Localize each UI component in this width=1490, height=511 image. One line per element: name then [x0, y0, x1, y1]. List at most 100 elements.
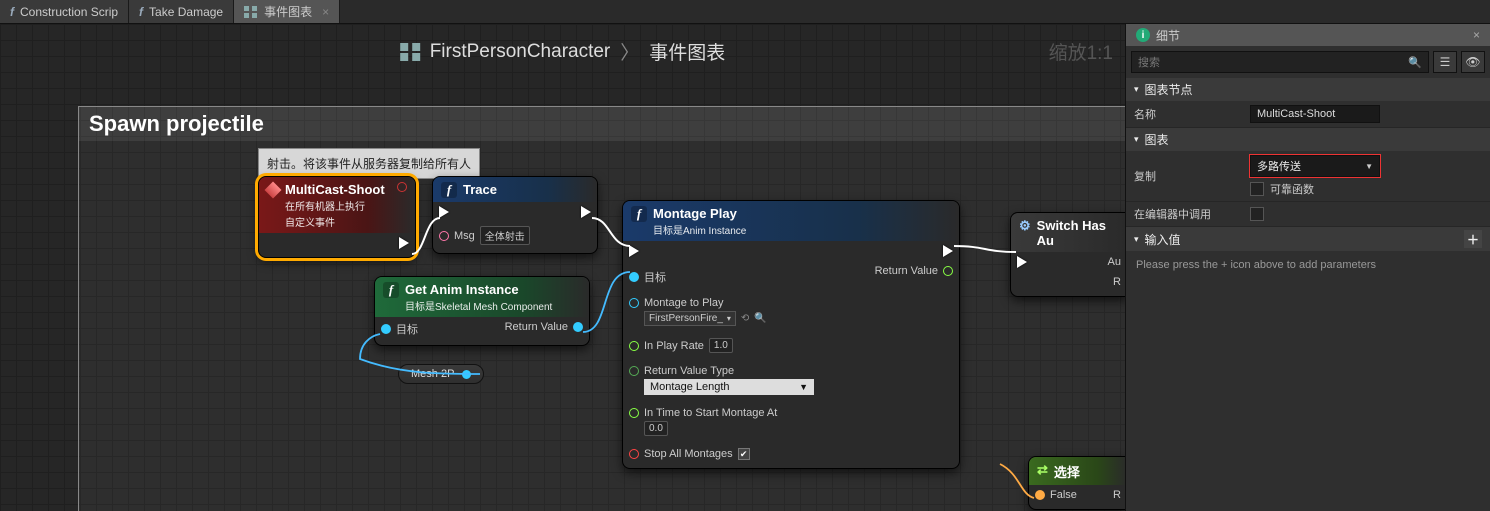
object-pin-icon [573, 322, 583, 332]
node-title: MultiCast-Shoot [285, 182, 385, 197]
string-pin-icon [439, 231, 449, 241]
pin-target[interactable]: 目标 [381, 321, 418, 337]
pin-label: Montage to Play [644, 297, 724, 309]
details-tab[interactable]: i 细节 × [1126, 24, 1490, 46]
browse-icon[interactable]: 🔍 [754, 313, 766, 324]
input-node-name[interactable] [1250, 105, 1380, 123]
function-icon: f [441, 182, 457, 198]
object-pin-icon[interactable] [462, 370, 471, 379]
exec-out-pin[interactable] [943, 245, 953, 257]
bool-pin-icon [629, 449, 639, 459]
tab-construction-script[interactable]: f Construction Scrip [0, 0, 129, 23]
node-variable-mesh2p[interactable]: Mesh 2P [398, 364, 484, 384]
tab-event-graph[interactable]: 事件图表 × [234, 0, 340, 23]
exec-out-authority[interactable]: Au [1108, 256, 1121, 268]
dropdown-replication[interactable]: 多路传送 [1250, 155, 1380, 177]
bool-checkbox[interactable]: ✔ [738, 448, 750, 460]
comment-title[interactable]: Spawn projectile [79, 107, 1125, 141]
blueprint-icon [400, 43, 420, 61]
tab-label: Take Damage [149, 5, 223, 19]
pin-label: Return Value Type [644, 365, 734, 377]
node-subtitle: 在所有机器上执行 [285, 198, 391, 213]
close-icon[interactable]: × [1473, 28, 1480, 42]
pin-label: In Play Rate [644, 340, 704, 352]
pin-result[interactable]: R [1113, 489, 1121, 501]
exec-in-pin[interactable] [629, 245, 814, 257]
float-pin-icon [943, 266, 953, 276]
pin-msg[interactable]: Msg 全体射击 [439, 226, 530, 245]
node-trace[interactable]: f Trace Msg 全体射击 [432, 176, 598, 254]
tab-label: 细节 [1156, 27, 1180, 44]
pin-default-value[interactable]: 全体射击 [480, 226, 530, 245]
details-search-input[interactable]: 搜索 🔍 [1131, 51, 1429, 73]
pin-label: Stop All Montages [644, 448, 733, 460]
node-tooltip: 射击。将该事件从服务器复制给所有人 [258, 148, 480, 179]
object-pin-icon [629, 272, 639, 282]
node-title: Get Anim Instance [405, 282, 519, 297]
exec-in-pin[interactable] [1017, 256, 1027, 268]
section-graph-node[interactable]: ▾ 图表节点 [1126, 78, 1490, 101]
node-title: 选择 [1054, 462, 1080, 481]
float-pin-icon [629, 341, 639, 351]
wildcard-pin-icon [1035, 490, 1045, 500]
inputs-empty-note: Please press the + icon above to add par… [1126, 251, 1490, 279]
exec-out-pin[interactable] [399, 237, 409, 249]
node-title: Switch Has Au [1037, 218, 1119, 248]
close-icon[interactable]: × [322, 5, 329, 19]
node-multicast-shoot[interactable]: MultiCast-Shoot 在所有机器上执行 自定义事件 [258, 176, 416, 258]
pin-return-value[interactable]: Return Value [875, 265, 953, 277]
breadcrumb: FirstPersonCharacter 〉 事件图表 [400, 38, 726, 65]
pin-false[interactable]: False [1035, 489, 1077, 501]
asset-picker[interactable]: FirstPersonFire_ [644, 311, 736, 326]
pin-label: 目标 [644, 269, 666, 285]
graph-icon [244, 6, 258, 18]
search-icon: 🔍 [1408, 56, 1422, 69]
breadcrumb-root[interactable]: FirstPersonCharacter [430, 41, 611, 63]
use-selected-icon[interactable]: ⟲ [741, 313, 749, 324]
pin-return-value-type[interactable]: Return Value Type Montage Length [629, 365, 814, 395]
view-options-button[interactable]: ☰ [1433, 51, 1457, 73]
node-title: Montage Play [653, 206, 737, 221]
checkbox-call-in-editor[interactable] [1250, 207, 1264, 221]
expand-icon: ▾ [1134, 134, 1139, 145]
node-subtitle: 目标是Anim Instance [653, 222, 746, 237]
node-subtitle: 目标是Skeletal Mesh Component [405, 298, 552, 313]
exec-out-remote[interactable]: R [1113, 276, 1121, 288]
exec-out-pin[interactable] [581, 206, 591, 218]
expand-icon: ▾ [1134, 84, 1139, 95]
pin-montage-to-play[interactable]: Montage to Play FirstPersonFire_ ⟲ 🔍 [629, 297, 814, 326]
exec-in-pin[interactable] [439, 206, 530, 218]
pin-default-value[interactable]: 0.0 [644, 421, 668, 436]
checkbox-reliable[interactable] [1250, 182, 1264, 196]
add-input-button[interactable]: ＋ [1464, 230, 1482, 248]
section-graph[interactable]: ▾ 图表 [1126, 128, 1490, 151]
node-montage-play[interactable]: f Montage Play 目标是Anim Instance 目标 [622, 200, 960, 469]
visibility-button[interactable]: 👁 [1461, 51, 1485, 73]
pin-label: Msg [454, 230, 475, 242]
macro-gear-icon: ⚙ [1019, 218, 1031, 234]
list-icon: ☰ [1440, 55, 1451, 69]
pin-default-value[interactable]: 1.0 [709, 338, 733, 353]
pin-target[interactable]: 目标 [629, 269, 814, 285]
pin-return-value[interactable]: Return Value [505, 321, 583, 333]
pin-stop-all-montages[interactable]: Stop All Montages ✔ [629, 448, 814, 460]
pin-in-play-rate[interactable]: In Play Rate 1.0 [629, 338, 814, 353]
section-inputs[interactable]: ▾ 输入值 ＋ [1126, 227, 1490, 251]
label-replicate: 复制 [1126, 151, 1242, 202]
node-get-anim-instance[interactable]: f Get Anim Instance 目标是Skeletal Mesh Com… [374, 276, 590, 346]
breadcrumb-current[interactable]: 事件图表 [649, 38, 725, 65]
editor-tabstrip: f Construction Scrip f Take Damage 事件图表 … [0, 0, 1490, 24]
node-switch-has-authority[interactable]: ⚙ Switch Has Au Au R [1010, 212, 1125, 297]
comment-node[interactable]: Spawn projectile [78, 106, 1125, 511]
search-placeholder: 搜索 [1138, 54, 1160, 70]
tab-take-damage[interactable]: f Take Damage [129, 0, 234, 23]
node-select[interactable]: ⇄ 选择 False R [1028, 456, 1125, 510]
function-icon: f [383, 282, 399, 298]
breakpoint-icon[interactable] [397, 182, 407, 192]
enum-dropdown[interactable]: Montage Length [644, 379, 814, 395]
pin-in-time-start[interactable]: In Time to Start Montage At 0.0 [629, 407, 814, 436]
pin-label: Return Value [505, 321, 568, 333]
function-icon: f [631, 206, 647, 222]
pin-label: Return Value [875, 265, 938, 277]
event-graph-canvas[interactable]: FirstPersonCharacter 〉 事件图表 缩放1:1 Spawn … [0, 24, 1125, 511]
